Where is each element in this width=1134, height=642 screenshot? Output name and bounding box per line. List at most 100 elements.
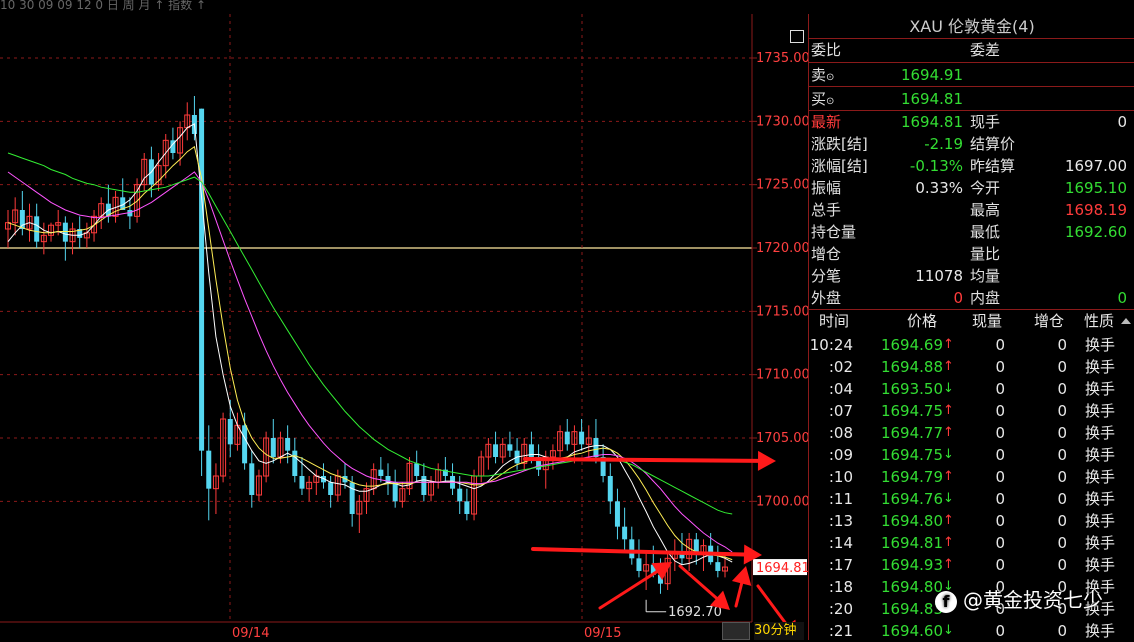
candle-body [564, 431, 570, 445]
tick-row[interactable]: :09 1694.75 ↓ 0 0 换手 [809, 444, 1134, 466]
tick-price: 1694.81 [880, 534, 943, 552]
tick-nature: 换手 [1085, 402, 1116, 420]
tick-oi: 0 [1057, 380, 1067, 398]
tick-header-volume: 现量 [972, 312, 1003, 330]
quote-label: 涨跌[结] [811, 135, 868, 153]
quote-label: 量比 [970, 245, 1001, 263]
tick-row[interactable]: :02 1694.88 ↑ 0 0 换手 [809, 356, 1134, 378]
period-label[interactable]: 30分钟 [754, 622, 804, 640]
tick-volume: 0 [995, 490, 1005, 508]
quote-value: 1698.19 [1064, 201, 1127, 219]
tick-header-price: 价格 [907, 312, 938, 330]
tick-row[interactable]: :11 1694.76 ↓ 0 0 换手 [809, 488, 1134, 510]
tick-time: :14 [828, 534, 853, 552]
tick-row[interactable]: :07 1694.75 ↑ 0 0 换手 [809, 400, 1134, 422]
tick-price: 1694.83 [880, 600, 943, 618]
price-tick-label: 1705.00 [756, 431, 808, 446]
tick-row[interactable]: :04 1693.50 ↓ 0 0 换手 [809, 378, 1134, 400]
tick-direction-icon: ↓ [943, 491, 954, 506]
period-scroll-button[interactable] [722, 622, 750, 640]
tick-volume: 0 [995, 380, 1005, 398]
price-tick-label: 1710.00 [756, 368, 808, 383]
tick-oi: 0 [1057, 512, 1067, 530]
candle-body [464, 501, 470, 514]
quote-value: 0.33% [915, 179, 963, 197]
annotation-arrowhead [731, 566, 752, 586]
quote-panel: XAU 伦敦黄金(4) 委比 委差 卖⊙ 1694.91 买⊙ 1694.81 最新 1694.… [808, 14, 1134, 640]
tick-oi: 0 [1057, 336, 1067, 354]
tick-header-nature: 性质 [1084, 312, 1115, 330]
candle-body [206, 450, 212, 489]
tick-row[interactable]: :08 1694.77 ↑ 0 0 换手 [809, 422, 1134, 444]
candle-body [34, 216, 40, 242]
tick-price: 1694.93 [880, 556, 943, 574]
tick-oi: 0 [1057, 446, 1067, 464]
tick-price: 1694.75 [880, 446, 943, 464]
quote-label: 持仓量 [811, 223, 857, 241]
tick-volume: 0 [995, 534, 1005, 552]
divider [809, 62, 1134, 63]
low-price-label: 1692.70 [668, 605, 722, 620]
quote-label: 均量 [970, 267, 1001, 285]
tick-row[interactable]: :14 1694.81 ↑ 0 0 换手 [809, 532, 1134, 554]
tick-direction-icon: ↑ [943, 469, 954, 484]
tick-price: 1694.80 [880, 578, 943, 596]
candle-body [392, 482, 398, 502]
quote-value: 1695.10 [1064, 179, 1127, 197]
tick-price: 1694.60 [880, 622, 943, 640]
price-tick-label: 1725.00 [756, 178, 808, 193]
tick-direction-icon: ↓ [943, 623, 954, 638]
commission-ratio-label: 委比 [811, 41, 842, 59]
moving-average-line [7, 171, 733, 553]
tick-oi: 0 [1057, 402, 1067, 420]
candlestick-chart[interactable]: 1735.00 1730.00 1725.00 1720.00 1715.00 1710.… [0, 14, 808, 640]
tick-oi: 0 [1057, 424, 1067, 442]
quote-label: 振幅 [811, 179, 842, 197]
buy-price: 1694.81 [900, 90, 963, 108]
annotation-arrowhead [757, 450, 776, 471]
candle-body [629, 539, 635, 559]
quote-value [869, 199, 963, 221]
candle-body [622, 526, 628, 540]
quote-value [1029, 265, 1127, 287]
annotation-arrow [678, 564, 718, 600]
tick-row[interactable]: :17 1694.93 ↑ 0 0 换手 [809, 554, 1134, 576]
scroll-up-arrow-icon[interactable] [1121, 318, 1131, 324]
tick-oi: 0 [1057, 556, 1067, 574]
tick-direction-icon: ↑ [943, 513, 954, 528]
candle-body [349, 482, 355, 514]
quote-label: 分笔 [811, 267, 842, 285]
quote-value: 0 [1117, 113, 1127, 131]
tick-oi: 0 [1057, 490, 1067, 508]
tick-oi: 0 [1057, 468, 1067, 486]
candle-body [62, 222, 68, 242]
quote-value: -0.13% [909, 157, 963, 175]
tick-nature: 换手 [1085, 446, 1116, 464]
tick-time: :07 [828, 402, 853, 420]
tick-volume: 0 [995, 336, 1005, 354]
quote-value: 0 [1117, 289, 1127, 307]
tick-volume: 0 [995, 622, 1005, 640]
annotation-arrow [756, 584, 789, 628]
candle-body [457, 488, 463, 502]
price-tick-label: 1735.00 [756, 51, 808, 66]
tick-row[interactable]: :13 1694.80 ↑ 0 0 换手 [809, 510, 1134, 532]
tick-time: :11 [828, 490, 853, 508]
sell-price: 1694.91 [900, 66, 963, 84]
tick-oi: 0 [1057, 534, 1067, 552]
quote-label: 内盘 [970, 289, 1001, 307]
tick-direction-icon: ↑ [943, 359, 954, 374]
quote-value: 1692.60 [1064, 223, 1127, 241]
tick-direction-icon: ↑ [943, 557, 954, 572]
candle-body [507, 444, 513, 451]
tick-header-oi: 增仓 [1034, 312, 1065, 330]
chart-svg: 1735.00 1730.00 1725.00 1720.00 1715.00 1710.… [0, 14, 808, 640]
candle-body [715, 562, 721, 571]
tick-row[interactable]: :21 1694.60 ↓ 0 0 换手 [809, 620, 1134, 642]
tick-time: :09 [828, 446, 853, 464]
panel-toggle-icon[interactable] [790, 30, 804, 43]
tick-row[interactable]: :10 1694.79 ↑ 0 0 换手 [809, 466, 1134, 488]
tick-price: 1694.80 [880, 512, 943, 530]
tick-row[interactable]: 10:24 1694.69 ↑ 0 0 换手 [809, 334, 1134, 356]
tick-direction-icon: ↑ [943, 425, 954, 440]
